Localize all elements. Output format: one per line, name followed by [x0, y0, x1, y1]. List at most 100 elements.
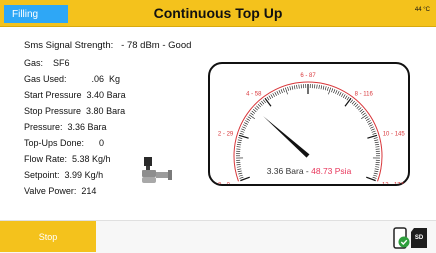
stop-button[interactable]: Stop — [0, 221, 96, 252]
gauge-tick — [238, 140, 242, 141]
gauge-tick — [238, 171, 242, 172]
gauge-tick — [237, 167, 241, 168]
gauge-scale-label: 10 - 145 — [383, 132, 406, 138]
gauge-tick — [261, 101, 264, 104]
gauge-tick — [358, 108, 361, 111]
info-label: Start Pressure — [24, 90, 82, 100]
info-label: Pressure: — [24, 122, 63, 132]
gauge-tick — [369, 125, 373, 127]
pressure-gauge: 0 - 02 - 294 - 586 - 878 - 11610 - 14512… — [208, 62, 410, 186]
gauge-tick — [375, 169, 379, 170]
gauge-tick — [371, 129, 375, 131]
gauge-tick — [269, 96, 271, 99]
info-value: 3.36 Bara — [68, 122, 107, 132]
gauge-tick — [237, 147, 241, 148]
info-gas-used: Gas Used: .06 Kg — [24, 74, 120, 84]
info-value: 3.80 Bara — [86, 106, 125, 116]
info-value: 0 — [99, 138, 104, 148]
gauge-tick — [367, 121, 370, 123]
gauge-tick — [355, 104, 358, 107]
info-value: 3.99 Kg/h — [65, 170, 104, 180]
info-start-pressure: Start Pressure 3.40 Bara — [24, 90, 126, 100]
gauge-tick — [275, 92, 277, 96]
gauge-tick — [247, 119, 250, 121]
gauge-tick — [248, 117, 251, 119]
gauge-tick — [327, 87, 328, 91]
info-valve-power: Valve Power: 214 — [24, 186, 96, 196]
gauge-tick — [265, 98, 271, 106]
gauge-tick — [240, 177, 244, 178]
info-top-ups-done: Top-Ups Done: 0 — [24, 138, 104, 148]
info-label: Valve Power: — [24, 186, 76, 196]
gauge-tick — [288, 87, 289, 91]
gauge-needle — [263, 116, 309, 157]
gauge-tick — [366, 119, 369, 121]
gauge-tick — [375, 142, 379, 143]
gauge-tick — [337, 91, 339, 95]
gauge-tick — [253, 109, 256, 112]
info-pressure: Pressure: 3.36 Bara — [24, 122, 107, 132]
info-gas: Gas: SF6 — [24, 58, 70, 68]
gauge-dial: 0 - 02 - 294 - 586 - 878 - 11610 - 14512… — [210, 64, 408, 184]
info-flow-rate: Flow Rate: 5.38 Kg/h — [24, 154, 111, 164]
gauge-reading-bara: 3.36 Bara - — [267, 166, 311, 176]
gauge-tick — [263, 100, 265, 103]
info-setpoint: Setpoint: 3.99 Kg/h — [24, 170, 103, 180]
gauge-tick — [297, 85, 298, 89]
gauge-tick — [345, 96, 347, 99]
gauge-tick — [375, 167, 379, 168]
gauge-tick — [374, 138, 378, 139]
gauge-tick — [375, 147, 379, 148]
gauge-tick — [258, 104, 261, 107]
gauge-tick — [237, 169, 241, 170]
gauge-tick — [331, 88, 332, 92]
gauge-tick — [352, 101, 355, 104]
gauge-tick — [361, 111, 364, 113]
svg-text:SD: SD — [415, 235, 424, 241]
sms-signal-value: - 78 dBm - Good — [121, 40, 191, 51]
gauge-tick — [372, 133, 376, 134]
info-label: Gas Used: — [24, 74, 67, 84]
gauge-tick — [317, 85, 318, 89]
sms-signal-label: Sms Signal Strength: — [24, 40, 113, 51]
gauge-scale-label: 2 - 29 — [218, 132, 234, 138]
gauge-tick — [238, 173, 242, 174]
gauge-tick — [367, 135, 377, 138]
gauge-scale-label: 8 - 116 — [355, 91, 374, 97]
info-value: SF6 — [53, 58, 70, 68]
gauge-tick — [243, 125, 247, 127]
gauge-tick — [273, 93, 275, 96]
tab-filling[interactable]: Filling — [4, 5, 68, 23]
gauge-tick — [255, 108, 258, 111]
gauge-tick — [373, 177, 377, 178]
gauge-tick — [292, 86, 293, 90]
gauge-tick — [323, 86, 324, 90]
gauge-tick — [240, 131, 244, 132]
info-value: .06 Kg — [92, 74, 121, 84]
gauge-tick — [339, 92, 341, 96]
gauge-scale-label: 0 - 0 — [218, 183, 231, 184]
gauge-tick — [373, 175, 377, 176]
gauge-tick — [350, 100, 352, 103]
gauge-tick — [368, 123, 372, 125]
gauge-tick — [242, 127, 246, 129]
temperature-readout: 44 °C — [415, 7, 430, 13]
gauge-tick — [365, 117, 368, 119]
gauge-tick — [321, 85, 322, 89]
gauge-tick — [244, 123, 248, 125]
gauge-tick — [370, 127, 374, 129]
gauge-tick — [362, 113, 365, 115]
gauge-tick — [252, 111, 255, 113]
gauge-tick — [239, 175, 243, 176]
gauge-tick — [285, 88, 287, 95]
gauge-tick — [241, 129, 245, 131]
phone-check-icon — [394, 228, 410, 248]
info-value: 5.38 Kg/h — [72, 154, 111, 164]
gauge-tick — [374, 140, 378, 141]
gauge-tick — [345, 98, 351, 106]
info-label: Gas: — [24, 58, 43, 68]
info-label: Stop Pressure — [24, 106, 81, 116]
gauge-tick — [250, 113, 253, 115]
gauge-tick — [357, 106, 360, 109]
info-value: 3.40 Bara — [87, 90, 126, 100]
